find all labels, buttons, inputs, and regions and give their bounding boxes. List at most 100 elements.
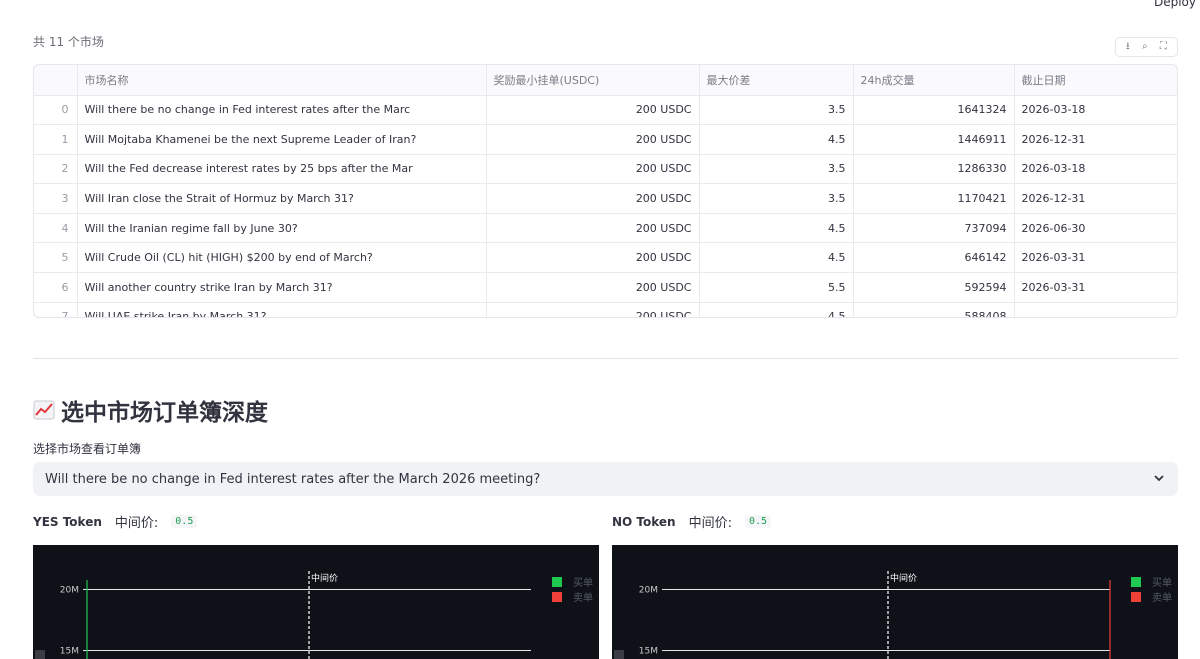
legend-swatch bbox=[1131, 577, 1141, 587]
table-header-row: 市场名称 奖励最小挂单(USDC) 最大价差 24h成交量 截止日期 bbox=[34, 65, 1177, 96]
no-depth-chart-svg: 20M 15M 中间价 买单卖单 bbox=[614, 571, 1172, 659]
no-mid-value: 0.5 bbox=[745, 515, 772, 528]
min-order-cell[interactable]: 200 USDC bbox=[486, 95, 700, 126]
market-name-cell[interactable]: Will the Iranian regime fall by June 30? bbox=[77, 213, 487, 244]
index-cell[interactable]: 0 bbox=[34, 95, 78, 126]
market-name-cell[interactable]: Will there be no change in Fed interest … bbox=[77, 95, 487, 126]
no-token-header: NO Token 中间价: 0.5 bbox=[612, 512, 772, 531]
legend-swatch bbox=[552, 592, 562, 602]
no-depth-chart[interactable]: 20M 15M 中间价 买单卖单 bbox=[612, 545, 1178, 659]
mid-price-annotation: 中间价 bbox=[890, 572, 917, 584]
end-date-cell[interactable]: 2026-03-18 bbox=[1014, 95, 1177, 126]
volume-cell[interactable]: 1286330 bbox=[853, 154, 1015, 185]
legend-label: 卖单 bbox=[1152, 592, 1172, 604]
volume-cell[interactable]: 737094 bbox=[853, 213, 1015, 244]
deploy-button[interactable]: Deploy bbox=[1154, 0, 1196, 9]
table-row[interactable]: 3 Will Iran close the Strait of Hormuz by… bbox=[34, 183, 1177, 214]
column-header-max-spread[interactable]: 最大价差 bbox=[699, 65, 854, 96]
section-divider bbox=[33, 358, 1178, 359]
min-order-cell[interactable]: 200 USDC bbox=[486, 272, 700, 303]
legend-swatch bbox=[1131, 592, 1141, 602]
yes-depth-chart-svg: 20M 15M 中间价 买单卖单 bbox=[35, 571, 593, 659]
market-name-cell[interactable]: Will the Fed decrease interest rates by … bbox=[77, 154, 487, 185]
y-tick-label: 20M bbox=[60, 585, 79, 595]
y-axis-label-stub bbox=[614, 650, 624, 659]
end-date-cell[interactable]: 2026-03-31 bbox=[1014, 242, 1177, 274]
index-cell[interactable]: 6 bbox=[34, 272, 78, 303]
market-name-cell[interactable]: Will Crude Oil (CL) hit (HIGH) $200 by e… bbox=[77, 242, 487, 274]
market-name-cell[interactable]: Will UAE strike Iran by March 31? bbox=[77, 302, 487, 317]
volume-cell[interactable]: 1641324 bbox=[853, 95, 1015, 126]
column-header-volume[interactable]: 24h成交量 bbox=[853, 65, 1015, 96]
legend-swatch bbox=[552, 577, 562, 587]
end-date-cell[interactable]: 2026-12-31 bbox=[1014, 124, 1177, 155]
yes-mid-value: 0.5 bbox=[171, 515, 198, 528]
volume-cell[interactable]: 646142 bbox=[853, 242, 1015, 274]
market-name-cell[interactable]: Will Iran close the Strait of Hormuz by … bbox=[77, 183, 487, 214]
search-icon[interactable]: ⌕ bbox=[1142, 42, 1148, 52]
y-tick-label: 15M bbox=[639, 647, 658, 657]
table-row[interactable]: 0 Will there be no change in Fed interest… bbox=[34, 95, 1177, 126]
min-order-cell[interactable]: 200 USDC bbox=[486, 302, 700, 317]
market-name-cell[interactable]: Will Mojtaba Khamenei be the next Suprem… bbox=[77, 124, 487, 155]
index-cell[interactable]: 3 bbox=[34, 183, 78, 214]
volume-cell[interactable]: 588408 bbox=[853, 302, 1015, 317]
y-tick-label: 15M bbox=[60, 647, 79, 657]
max-spread-cell[interactable]: 4.5 bbox=[699, 124, 854, 155]
section-title: 选中市场订单簿深度 bbox=[61, 400, 268, 426]
end-date-cell[interactable] bbox=[1014, 302, 1177, 317]
legend-label: 买单 bbox=[1152, 577, 1172, 589]
fullscreen-icon[interactable]: ⛶ bbox=[1160, 42, 1167, 52]
yes-token-header: YES Token 中间价: 0.5 bbox=[33, 512, 198, 531]
column-header-end-date[interactable]: 截止日期 bbox=[1014, 65, 1177, 96]
min-order-cell[interactable]: 200 USDC bbox=[486, 183, 700, 214]
index-cell[interactable]: 4 bbox=[34, 213, 78, 244]
column-header-market-name[interactable]: 市场名称 bbox=[77, 65, 487, 96]
volume-cell[interactable]: 592594 bbox=[853, 272, 1015, 303]
yes-depth-chart[interactable]: 20M 15M 中间价 买单 卖单 bbox=[33, 545, 599, 659]
legend-label: 买单 bbox=[573, 577, 593, 589]
no-token-name: NO Token bbox=[612, 514, 676, 529]
table-row[interactable]: 1 Will Mojtaba Khamenei be the next Supre… bbox=[34, 124, 1177, 155]
y-axis-label-stub bbox=[35, 650, 45, 659]
min-order-cell[interactable]: 200 USDC bbox=[486, 124, 700, 155]
market-select[interactable]: Will there be no change in Fed interest … bbox=[33, 462, 1178, 496]
end-date-cell[interactable]: 2026-06-30 bbox=[1014, 213, 1177, 244]
y-tick-label: 20M bbox=[639, 585, 658, 595]
volume-cell[interactable]: 1446911 bbox=[853, 124, 1015, 155]
max-spread-cell[interactable]: 4.5 bbox=[699, 213, 854, 244]
markets-table[interactable]: 市场名称 奖励最小挂单(USDC) 最大价差 24h成交量 截止日期 0 Will… bbox=[33, 64, 1178, 318]
chevron-down-icon[interactable] bbox=[1152, 471, 1166, 485]
column-header-index[interactable] bbox=[34, 65, 78, 96]
column-header-min-order[interactable]: 奖励最小挂单(USDC) bbox=[486, 65, 700, 96]
min-order-cell[interactable]: 200 USDC bbox=[486, 154, 700, 185]
max-spread-cell[interactable]: 3.5 bbox=[699, 95, 854, 126]
end-date-cell[interactable]: 2026-03-18 bbox=[1014, 154, 1177, 185]
dataframe-toolbar: ⭳ ⌕ ⛶ bbox=[1115, 37, 1178, 57]
max-spread-cell[interactable]: 3.5 bbox=[699, 154, 854, 185]
chart-increasing-icon bbox=[33, 400, 55, 420]
max-spread-cell[interactable]: 5.5 bbox=[699, 272, 854, 303]
min-order-cell[interactable]: 200 USDC bbox=[486, 213, 700, 244]
volume-cell[interactable]: 1170421 bbox=[853, 183, 1015, 214]
index-cell[interactable]: 1 bbox=[34, 124, 78, 155]
end-date-cell[interactable]: 2026-12-31 bbox=[1014, 183, 1177, 214]
table-row[interactable]: 5 Will Crude Oil (CL) hit (HIGH) $200 by … bbox=[34, 242, 1177, 274]
max-spread-cell[interactable]: 4.5 bbox=[699, 302, 854, 317]
table-row[interactable]: 6 Will another country strike Iran by Mar… bbox=[34, 272, 1177, 303]
table-row[interactable]: 2 Will the Fed decrease interest rates by… bbox=[34, 154, 1177, 185]
index-cell[interactable]: 2 bbox=[34, 154, 78, 185]
legend-label: 卖单 bbox=[573, 592, 593, 604]
end-date-cell[interactable]: 2026-03-31 bbox=[1014, 272, 1177, 303]
index-cell[interactable]: 5 bbox=[34, 242, 78, 274]
no-mid-label: 中间价: bbox=[688, 516, 732, 531]
min-order-cell[interactable]: 200 USDC bbox=[486, 242, 700, 274]
max-spread-cell[interactable]: 3.5 bbox=[699, 183, 854, 214]
index-cell[interactable]: 7 bbox=[34, 302, 78, 317]
download-icon[interactable]: ⭳ bbox=[1126, 42, 1130, 52]
market-name-cell[interactable]: Will another country strike Iran by Marc… bbox=[77, 272, 487, 303]
table-row[interactable]: 7 Will UAE strike Iran by March 31? 200 US… bbox=[34, 302, 1177, 317]
max-spread-cell[interactable]: 4.5 bbox=[699, 242, 854, 274]
table-row[interactable]: 4 Will the Iranian regime fall by June 30… bbox=[34, 213, 1177, 244]
section-heading: 选中市场订单簿深度 bbox=[33, 393, 268, 427]
